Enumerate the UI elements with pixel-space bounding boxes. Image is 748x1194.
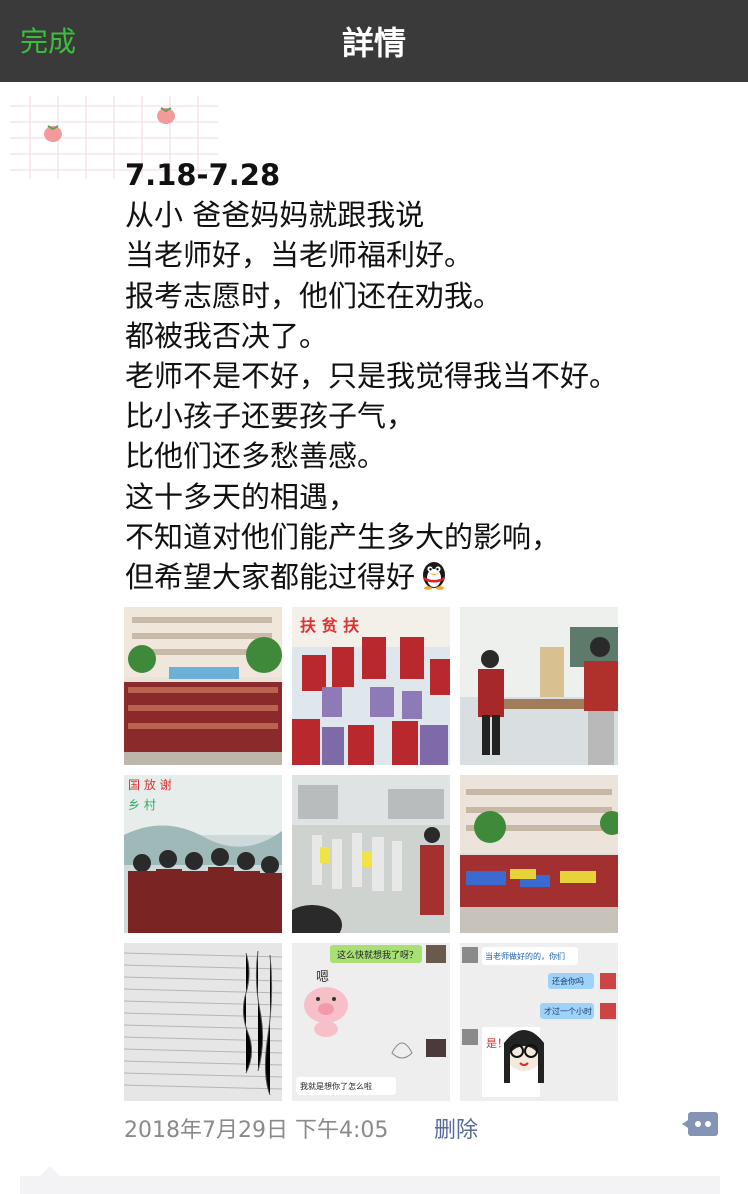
comment-area xyxy=(20,1176,720,1194)
photo-chat-cartoon[interactable]: 当老师做好的的，你们 还会你吗 才过一个小时 是！ xyxy=(460,943,618,1101)
post-line: 但希望大家都能过得好 xyxy=(125,559,416,594)
post-line: 老师不是不好，只是我觉得我当不好。 xyxy=(125,358,619,393)
post-timestamp: 2018年7月29日 下午4:05 xyxy=(124,1118,389,1143)
post-line: 比小孩子还要孩子气， xyxy=(125,399,416,434)
photo-chat-pig[interactable]: 嗯 这么快就想我了呀？ 我就是想你了怎么啦 xyxy=(292,943,450,1101)
chat-bubble: 还会你吗 xyxy=(552,977,584,986)
post-line: 这十多天的相遇， xyxy=(125,479,358,514)
photo-mural-group[interactable]: 国 放 谢 乡 村 xyxy=(124,775,282,933)
svg-text:乡 村: 乡 村 xyxy=(128,798,156,812)
post-line: 比他们还多愁善感。 xyxy=(125,439,387,474)
photo-students-courtyard[interactable] xyxy=(292,775,450,933)
sticker-text: 是！ xyxy=(486,1037,508,1050)
post-line: 不知道对他们能产生多大的影响， xyxy=(125,519,561,554)
post-line: 报考志愿时，他们还在劝我。 xyxy=(125,278,503,313)
post-line: 当老师好，当老师福利好。 xyxy=(125,238,474,273)
photo-school-group[interactable] xyxy=(124,607,282,765)
chat-bubble: 才过一个小时 xyxy=(544,1007,592,1016)
comment-more-icon[interactable] xyxy=(682,1110,718,1140)
post-line: 7.18-7.28 xyxy=(125,158,281,192)
post-line-last: 但希望大家都能过得好 xyxy=(125,557,725,597)
photo-grid: 扶 贫 扶 国 放 谢 乡 村 嗯 这么快就想我了呀？ 我就是想你了怎么啦 当老… xyxy=(124,607,618,1101)
sticker-text: 嗯 xyxy=(316,970,329,985)
photo-handwritten-letter[interactable] xyxy=(124,943,282,1101)
page-title: 詳情 xyxy=(341,24,406,62)
post-text: 7.18-7.28 从小 爸爸妈妈就跟我说 当老师好，当老师福利好。 报考志愿时… xyxy=(125,155,725,597)
photo-assembly[interactable] xyxy=(460,775,618,933)
photo-volunteers-stage[interactable]: 扶 贫 扶 xyxy=(292,607,450,765)
chat-bubble: 当老师做好的的，你们 xyxy=(485,952,565,961)
chat-bubble: 我就是想你了怎么啦 xyxy=(300,1082,372,1091)
delete-link[interactable]: 删除 xyxy=(434,1112,478,1144)
post-line: 都被我否决了。 xyxy=(125,318,329,353)
chat-bubble: 这么快就想我了呀？ xyxy=(337,951,419,961)
svg-text:国 放 谢: 国 放 谢 xyxy=(128,777,172,792)
photo-classroom-pose[interactable] xyxy=(460,607,618,765)
post-line: 从小 爸爸妈妈就跟我说 xyxy=(125,198,425,233)
penguin-emoji-icon xyxy=(417,557,451,601)
comment-area-pointer xyxy=(40,1166,60,1176)
navigation-bar: 完成 詳情 xyxy=(0,0,748,82)
svg-text:扶 贫 扶: 扶 贫 扶 xyxy=(300,616,360,635)
